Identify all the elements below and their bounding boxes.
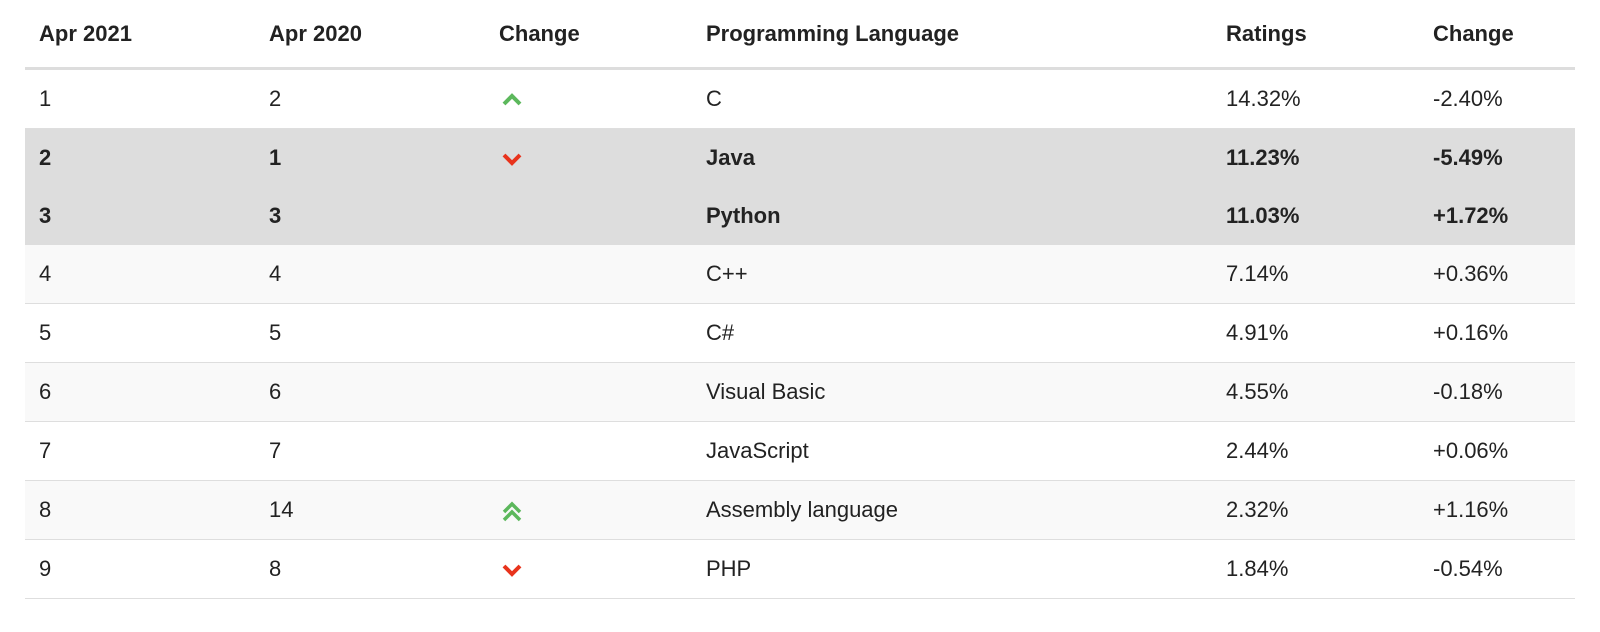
rank-2021-cell: 8 bbox=[25, 480, 255, 540]
language-cell: Visual Basic bbox=[692, 362, 1212, 422]
rank-2020-cell: 5 bbox=[255, 303, 485, 363]
rank-2021-cell: 1 bbox=[25, 68, 255, 129]
rank-change-cell bbox=[485, 245, 692, 304]
table-header: Apr 2021 Apr 2020 Change Programming Lan… bbox=[25, 0, 1575, 70]
table-row: 1 2 C 14.32% -2.40% bbox=[25, 68, 1575, 129]
ratings-cell: 7.14% bbox=[1212, 245, 1419, 304]
ratings-change-cell: +0.36% bbox=[1419, 245, 1575, 304]
language-cell: Java bbox=[692, 128, 1212, 187]
ratings-cell: 14.32% bbox=[1212, 68, 1419, 129]
header-ratings[interactable]: Ratings bbox=[1212, 0, 1419, 70]
table-row: 4 4 C++ 7.14% +0.36% bbox=[25, 245, 1575, 304]
rank-change-cell bbox=[485, 421, 692, 481]
chevron-up-icon bbox=[499, 89, 525, 111]
table-row: 3 3 Python 11.03% +1.72% bbox=[25, 187, 1575, 245]
rank-2020-cell: 3 bbox=[255, 187, 485, 245]
ratings-change-cell: -0.54% bbox=[1419, 539, 1575, 599]
ratings-change-cell: -0.18% bbox=[1419, 362, 1575, 422]
header-change-rank[interactable]: Change bbox=[485, 0, 692, 70]
header-apr-2021[interactable]: Apr 2021 bbox=[25, 0, 255, 70]
rank-2020-cell: 1 bbox=[255, 128, 485, 187]
ratings-cell: 4.55% bbox=[1212, 362, 1419, 422]
rank-change-cell bbox=[485, 539, 692, 599]
table-row: 6 6 Visual Basic 4.55% -0.18% bbox=[25, 362, 1575, 422]
rank-2021-cell: 5 bbox=[25, 303, 255, 363]
rank-change-cell bbox=[485, 303, 692, 363]
ratings-cell: 2.32% bbox=[1212, 480, 1419, 540]
language-cell: C# bbox=[692, 303, 1212, 363]
language-cell: C++ bbox=[692, 245, 1212, 304]
ratings-change-cell: -2.40% bbox=[1419, 68, 1575, 129]
language-cell: C bbox=[692, 68, 1212, 129]
ratings-change-cell: +1.72% bbox=[1419, 187, 1575, 245]
table-row: 2 1 Java 11.23% -5.49% bbox=[25, 128, 1575, 187]
rank-change-cell bbox=[485, 362, 692, 422]
ranking-table: Apr 2021 Apr 2020 Change Programming Lan… bbox=[25, 0, 1575, 599]
language-cell: Python bbox=[692, 187, 1212, 245]
ratings-cell: 2.44% bbox=[1212, 421, 1419, 481]
rank-2021-cell: 9 bbox=[25, 539, 255, 599]
ranking-table-container: Apr 2021 Apr 2020 Change Programming Lan… bbox=[25, 0, 1575, 599]
double-chevron-up-icon bbox=[499, 500, 525, 522]
rank-change-cell bbox=[485, 68, 692, 129]
language-cell: JavaScript bbox=[692, 421, 1212, 481]
table-row: 8 14 Assembly language 2.32% +1.16% bbox=[25, 480, 1575, 540]
ratings-cell: 11.23% bbox=[1212, 128, 1419, 187]
rank-2020-cell: 2 bbox=[255, 68, 485, 129]
header-row: Apr 2021 Apr 2020 Change Programming Lan… bbox=[25, 0, 1575, 70]
rank-2021-cell: 6 bbox=[25, 362, 255, 422]
ratings-change-cell: +1.16% bbox=[1419, 480, 1575, 540]
header-programming-language[interactable]: Programming Language bbox=[692, 0, 1212, 70]
rank-2021-cell: 7 bbox=[25, 421, 255, 481]
rank-2020-cell: 4 bbox=[255, 245, 485, 304]
rank-2020-cell: 8 bbox=[255, 539, 485, 599]
rank-change-cell bbox=[485, 187, 692, 245]
ratings-change-cell: +0.06% bbox=[1419, 421, 1575, 481]
rank-2020-cell: 7 bbox=[255, 421, 485, 481]
rank-2020-cell: 14 bbox=[255, 480, 485, 540]
table-row: 5 5 C# 4.91% +0.16% bbox=[25, 303, 1575, 363]
rank-change-cell bbox=[485, 480, 692, 540]
rank-2021-cell: 4 bbox=[25, 245, 255, 304]
rank-2021-cell: 3 bbox=[25, 187, 255, 245]
rank-2020-cell: 6 bbox=[255, 362, 485, 422]
language-cell: Assembly language bbox=[692, 480, 1212, 540]
table-body: 1 2 C 14.32% -2.40% 2 1 Java 11.23% -5.49% 3 3 Pytho… bbox=[25, 68, 1575, 599]
ratings-cell: 1.84% bbox=[1212, 539, 1419, 599]
ratings-change-cell: -5.49% bbox=[1419, 128, 1575, 187]
chevron-down-icon bbox=[499, 559, 525, 581]
rank-change-cell bbox=[485, 128, 692, 187]
rank-2021-cell: 2 bbox=[25, 128, 255, 187]
ratings-change-cell: +0.16% bbox=[1419, 303, 1575, 363]
table-row: 7 7 JavaScript 2.44% +0.06% bbox=[25, 421, 1575, 481]
header-apr-2020[interactable]: Apr 2020 bbox=[255, 0, 485, 70]
header-change-ratings[interactable]: Change bbox=[1419, 0, 1575, 70]
table-row: 9 8 PHP 1.84% -0.54% bbox=[25, 539, 1575, 599]
language-cell: PHP bbox=[692, 539, 1212, 599]
ratings-cell: 4.91% bbox=[1212, 303, 1419, 363]
ratings-cell: 11.03% bbox=[1212, 187, 1419, 245]
chevron-down-icon bbox=[499, 148, 525, 170]
